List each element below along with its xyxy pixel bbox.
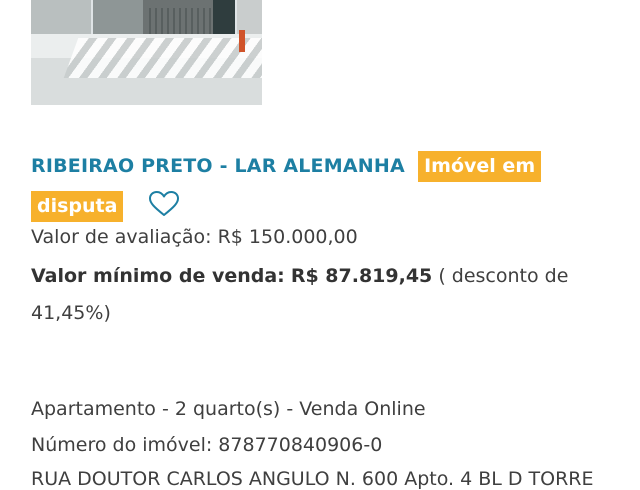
photo-pole <box>239 30 245 52</box>
min-sale-block: Valor mínimo de venda: R$ 87.819,45 ( de… <box>31 258 621 332</box>
min-sale-label: Valor mínimo de venda: <box>31 265 285 287</box>
photo-building <box>93 0 143 34</box>
property-number: Número do imóvel: 878770840906-0 <box>31 434 383 456</box>
property-type: Apartamento - 2 quarto(s) - Venda Online <box>31 398 426 420</box>
appraisal-value: Valor de avaliação: R$ 150.000,00 <box>31 226 358 248</box>
photo-crosswalk <box>63 38 262 78</box>
photo-building <box>237 0 262 34</box>
heart-outline-icon[interactable] <box>148 190 180 218</box>
listing-title[interactable]: RIBEIRAO PRETO - LAR ALEMANHA <box>31 155 405 177</box>
min-sale-value: R$ 87.819,45 <box>290 265 433 287</box>
property-photo[interactable] <box>31 0 262 105</box>
photo-building <box>31 0 91 34</box>
listing-header: RIBEIRAO PRETO - LAR ALEMANHA Imóvel em … <box>31 146 591 226</box>
property-address: RUA DOUTOR CARLOS ANGULO N. 600 Apto. 4 … <box>31 468 594 490</box>
